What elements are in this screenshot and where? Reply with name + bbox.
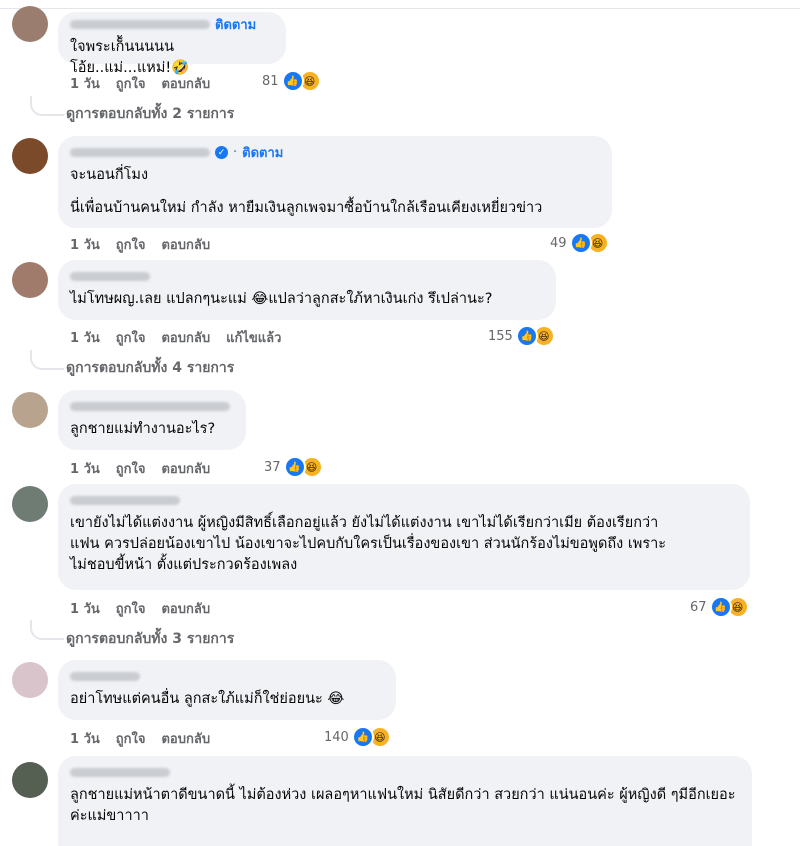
reaction-count: 81	[262, 73, 279, 89]
comment-text: อย่าโทษแต่คนอื่น ลูกสะใภ้แม่ก็ใช่ย่อยนะ …	[70, 691, 345, 707]
commenter-name[interactable]	[70, 668, 384, 685]
avatar[interactable]	[12, 392, 48, 428]
comment-text: เขายังไม่ได้แต่งงาน ผู้หญิงมีสิทธิ์เลือก…	[70, 515, 667, 573]
reaction-count: 37	[264, 459, 281, 475]
reaction-count: 155	[488, 328, 513, 344]
follow-button[interactable]: ติดตาม	[215, 14, 256, 35]
like-button[interactable]: ถูกใจ	[116, 458, 146, 479]
commenter-name[interactable]	[70, 492, 738, 509]
reaction-summary[interactable]: 81 👍 😆	[262, 70, 321, 92]
comment-actions: 1 วัน ถูกใจ ตอบกลับ	[70, 458, 226, 479]
reaction-summary[interactable]: 140 👍 😆	[324, 726, 391, 748]
comment-text: ลูกชายแม่ทำงานอะไร?	[70, 421, 216, 437]
reaction-summary[interactable]: 67 👍 😆	[690, 596, 749, 618]
comment-actions: 1 วัน ถูกใจ ตอบกลับ	[70, 73, 226, 94]
comment-actions: 1 วัน ถูกใจ ตอบกลับ แก้ไขแล้ว	[70, 327, 297, 348]
reply-thread-line	[30, 350, 64, 370]
comment-bubble: ไม่โทษผญ.เลย แปลกๆนะแม่ 😂แปลว่าลูกสะใภ้ห…	[58, 260, 556, 320]
comment-bubble: ลูกชายแม่ทำงานอะไร?	[58, 390, 246, 450]
timestamp[interactable]: 1 วัน	[70, 598, 100, 619]
view-replies-link[interactable]: ดูการตอบกลับทั้ง 3 รายการ	[66, 628, 234, 650]
view-replies-link[interactable]: ดูการตอบกลับทั้ง 4 รายการ	[66, 357, 234, 379]
verified-check-icon: ✓	[215, 146, 228, 159]
reaction-summary[interactable]: 37 👍 😆	[264, 456, 323, 478]
timestamp[interactable]: 1 วัน	[70, 327, 100, 348]
commenter-name[interactable]	[70, 398, 234, 415]
thumbs-up-icon: 👍	[709, 596, 732, 618]
comment-actions: 1 วัน ถูกใจ ตอบกลับ	[70, 598, 226, 619]
reaction-summary[interactable]: 155 👍 😆	[488, 325, 555, 347]
thumbs-up-icon: 👍	[515, 325, 538, 347]
reaction-summary[interactable]: 49 👍 😆	[550, 232, 609, 254]
thumbs-up-icon: 👍	[283, 456, 306, 478]
avatar[interactable]	[12, 6, 48, 42]
top-divider	[0, 8, 800, 9]
timestamp[interactable]: 1 วัน	[70, 728, 100, 749]
like-button[interactable]: ถูกใจ	[116, 598, 146, 619]
comment-bubble: อย่าโทษแต่คนอื่น ลูกสะใภ้แม่ก็ใช่ย่อยนะ …	[58, 660, 396, 720]
commenter-name[interactable]	[70, 268, 544, 285]
avatar[interactable]	[12, 262, 48, 298]
edited-label: แก้ไขแล้ว	[226, 331, 282, 346]
timestamp[interactable]: 1 วัน	[70, 458, 100, 479]
timestamp[interactable]: 1 วัน	[70, 234, 100, 255]
reply-button[interactable]: ตอบกลับ	[161, 327, 210, 348]
view-replies-link[interactable]: ดูการตอบกลับทั้ง 2 รายการ	[66, 103, 234, 125]
reply-thread-line	[30, 96, 64, 116]
commenter-name[interactable]: ✓ · ติดตาม	[70, 144, 600, 161]
like-button[interactable]: ถูกใจ	[116, 73, 146, 94]
reply-thread-line	[30, 620, 64, 640]
like-button[interactable]: ถูกใจ	[116, 728, 146, 749]
thumbs-up-icon: 👍	[351, 726, 374, 748]
commenter-name[interactable]: ติดตาม	[70, 16, 274, 33]
comment-bubble: เขายังไม่ได้แต่งงาน ผู้หญิงมีสิทธิ์เลือก…	[58, 484, 750, 590]
reaction-count: 140	[324, 729, 349, 745]
commenter-name[interactable]	[70, 764, 740, 781]
timestamp[interactable]: 1 วัน	[70, 73, 100, 94]
avatar[interactable]	[12, 662, 48, 698]
reply-button[interactable]: ตอบกลับ	[161, 73, 210, 94]
reply-button[interactable]: ตอบกลับ	[161, 234, 210, 255]
reply-button[interactable]: ตอบกลับ	[161, 458, 210, 479]
avatar[interactable]	[12, 138, 48, 174]
comment-text: จะนอนกี่โมง นี่เพื่อนบ้านคนใหม่ กำลัง หา…	[70, 167, 543, 216]
comment-actions: 1 วัน ถูกใจ ตอบกลับ	[70, 234, 226, 255]
avatar[interactable]	[12, 486, 48, 522]
comment-actions: 1 วัน ถูกใจ ตอบกลับ	[70, 728, 226, 749]
comment-text: ลูกชายแม่หน้าตาดีขนาดนี้ ไม่ต้องห่วง เผล…	[70, 787, 736, 824]
reply-button[interactable]: ตอบกลับ	[161, 728, 210, 749]
like-button[interactable]: ถูกใจ	[116, 234, 146, 255]
comment-bubble: ลูกชายแม่หน้าตาดีขนาดนี้ ไม่ต้องห่วง เผล…	[58, 756, 752, 846]
thumbs-up-icon: 👍	[281, 70, 304, 92]
thumbs-up-icon: 👍	[569, 232, 592, 254]
reaction-count: 49	[550, 235, 567, 251]
comment-bubble: ติดตาม ใจพระเก็้นนนนน โอ้ย..แม่...แหม่!🤣	[58, 12, 286, 76]
reaction-count: 67	[690, 599, 707, 615]
reply-button[interactable]: ตอบกลับ	[161, 598, 210, 619]
avatar[interactable]	[12, 762, 48, 798]
comment-bubble: ✓ · ติดตาม จะนอนกี่โมง นี่เพื่อนบ้านคนให…	[58, 136, 612, 228]
follow-button[interactable]: ติดตาม	[242, 142, 283, 163]
comment-text: ไม่โทษผญ.เลย แปลกๆนะแม่ 😂แปลว่าลูกสะใภ้ห…	[70, 291, 493, 307]
like-button[interactable]: ถูกใจ	[116, 327, 146, 348]
